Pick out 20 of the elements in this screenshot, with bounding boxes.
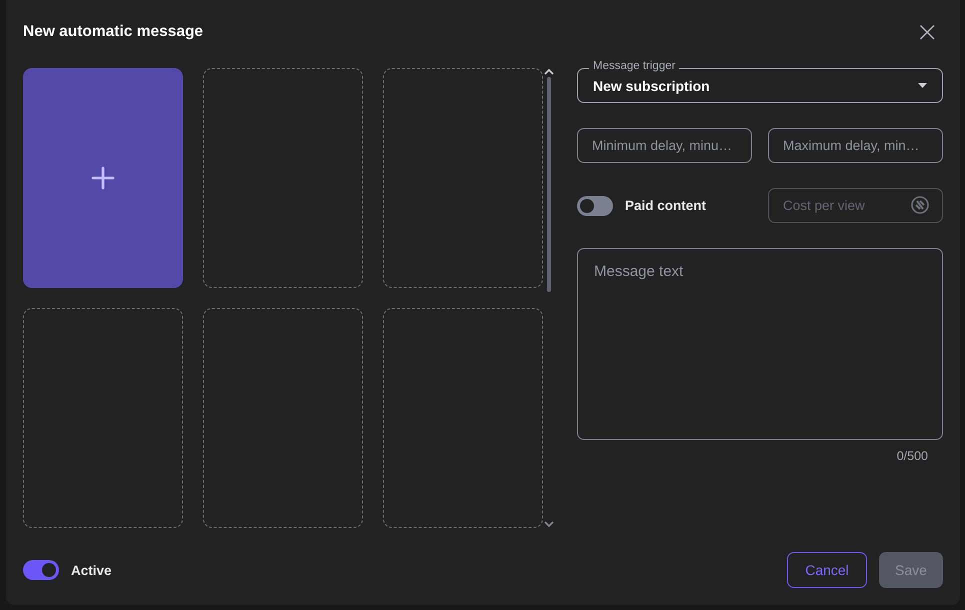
select-value: New subscription bbox=[593, 78, 710, 94]
toggle-switch[interactable] bbox=[23, 560, 59, 580]
toggle-label: Active bbox=[71, 562, 112, 578]
toggle-label: Paid content bbox=[625, 198, 706, 213]
character-counter: 0/500 bbox=[896, 449, 928, 463]
input-field[interactable]: Minimum delay, minu… bbox=[577, 128, 752, 163]
scroll-up-icon[interactable] bbox=[544, 68, 554, 75]
scrollbar[interactable] bbox=[544, 68, 554, 528]
caret-icon bbox=[918, 83, 927, 88]
input-field[interactable]: Maximum delay, min… bbox=[768, 128, 943, 163]
message-field[interactable]: Message text bbox=[577, 248, 943, 440]
cancel-button[interactable]: Cancel bbox=[787, 552, 867, 588]
scroll-down-icon[interactable] bbox=[544, 521, 554, 528]
dialog-title: New automatic message bbox=[23, 23, 204, 41]
add-media-tile[interactable] bbox=[23, 68, 183, 288]
toggle-switch[interactable] bbox=[577, 196, 613, 216]
close-button[interactable]: × bbox=[912, 20, 943, 44]
plus-icon bbox=[91, 166, 115, 190]
coin-icon bbox=[911, 196, 929, 214]
field-label: Message trigger bbox=[589, 59, 680, 73]
